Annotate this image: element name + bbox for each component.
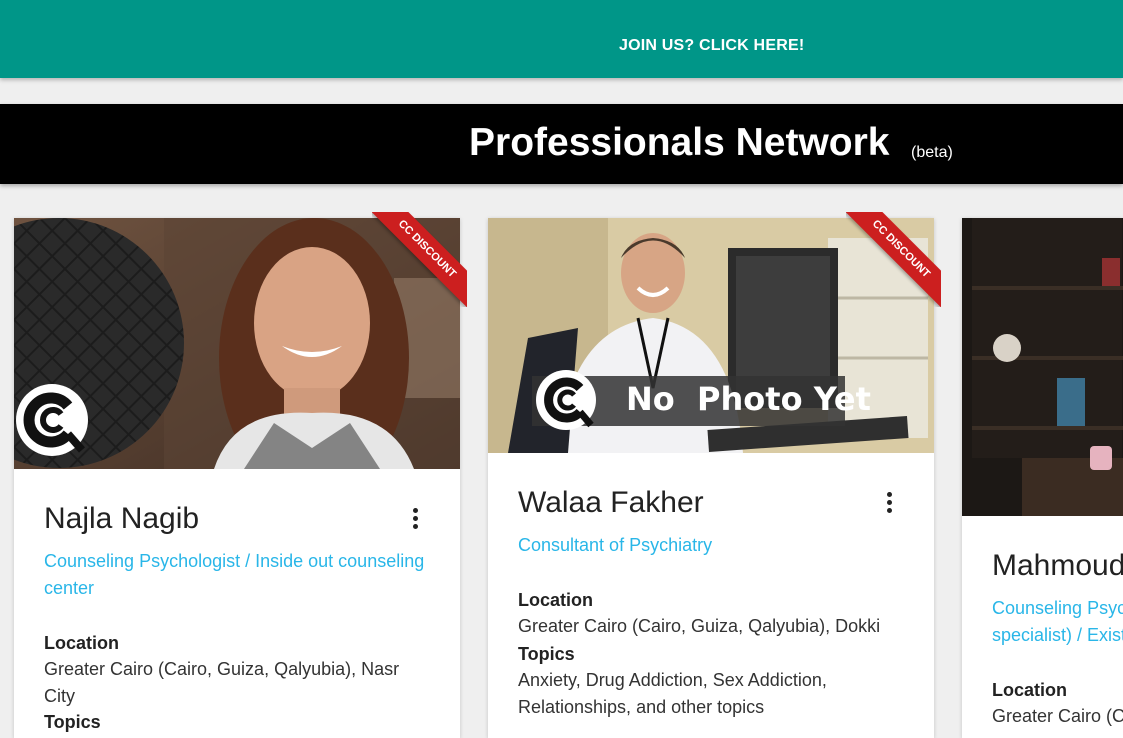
topics-label: Topics [44,712,101,732]
ribbon-label: CC DISCOUNT [372,212,467,307]
cc-logo-icon [536,370,596,430]
location-value: Greater Cairo (Cairo, Guiza, Qalyubia), … [518,616,881,636]
location-value: Greater Cairo (Cairo, Guiza, Qalyubia), … [44,659,400,706]
profile-photo [962,218,1123,516]
cc-logo-icon [16,384,88,456]
location-label: Location [518,590,593,610]
no-photo-overlay: No Photo Yet [532,370,871,430]
professional-role: Consultant of Psychiatry [518,535,713,555]
professional-name[interactable]: Mahmoud [992,549,1123,583]
no-photo-text: No Photo Yet [626,380,871,418]
professional-role: Counseling Psyc specialist) / Exist [992,598,1123,645]
more-options-icon[interactable] [884,492,894,518]
profile-card-najla[interactable]: CC DISCOUNT Najla Nagib Counseling Psych… [14,212,467,738]
topics-value: Anxiety, Drug Addiction, Sex Addiction, … [518,670,827,717]
beta-badge: (beta) [911,144,953,161]
top-bar: JOIN US? CLICK HERE! [0,0,1123,78]
professional-role: Counseling Psychologist / Inside out cou… [44,551,425,598]
ribbon-label: CC DISCOUNT [846,212,941,307]
page-title: Professionals Network [469,121,890,164]
profile-card-mahmoud[interactable]: Mahmoud Counseling Psyc specialist) / Ex… [962,218,1123,738]
location-label: Location [992,680,1067,700]
professional-name[interactable]: Najla Nagib [44,502,199,536]
photo-illustration [962,218,1123,516]
more-options-icon[interactable] [410,508,420,534]
topics-label: Topics [518,644,575,664]
discount-ribbon: CC DISCOUNT [846,212,941,307]
professional-name[interactable]: Walaa Fakher [518,486,704,520]
discount-ribbon: CC DISCOUNT [372,212,467,307]
location-label: Location [44,633,119,653]
location-value: Greater Cairo (C [992,706,1123,726]
join-us-link[interactable]: JOIN US? CLICK HERE! [619,37,804,55]
profile-card-walaa[interactable]: No Photo Yet CC DISCOUNT Walaa Fakher Co… [488,212,941,738]
